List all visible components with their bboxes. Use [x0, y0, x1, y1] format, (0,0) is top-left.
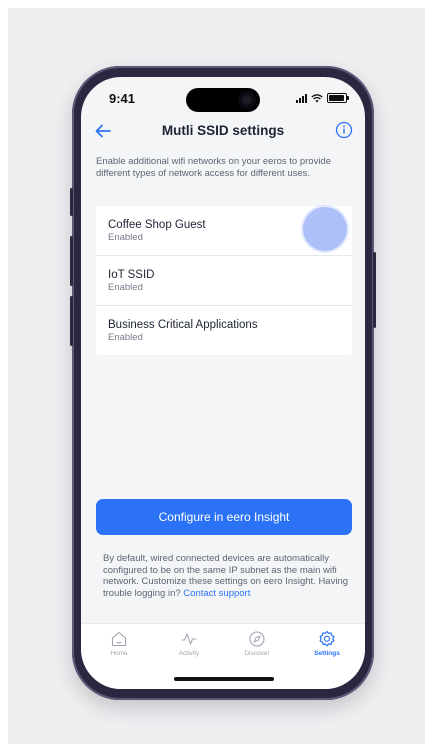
network-status: Enabled	[108, 331, 143, 343]
phone-side-button	[70, 296, 73, 346]
home-icon	[111, 631, 127, 647]
battery-icon	[327, 93, 349, 103]
footnote: By default, wired connected devices are …	[103, 553, 348, 599]
network-name: IoT SSID	[108, 268, 155, 281]
status-icons	[296, 93, 349, 103]
gear-icon	[319, 630, 335, 647]
network-row-iot-ssid[interactable]: IoT SSID Enabled	[96, 256, 352, 306]
phone-side-button	[70, 188, 73, 216]
network-name: Business Critical Applications	[108, 318, 258, 331]
home-indicator	[174, 677, 274, 681]
status-time: 9:41	[109, 91, 136, 106]
configure-in-eero-insight-button[interactable]: Configure in eero Insight	[96, 499, 352, 535]
page-title: Mutli SSID settings	[161, 123, 285, 138]
tab-label: Discover	[244, 650, 270, 657]
tab-discover[interactable]: Discover	[229, 630, 285, 657]
info-icon[interactable]	[335, 121, 353, 139]
contact-support-link[interactable]: Contact support	[183, 588, 250, 599]
camera-icon	[238, 91, 256, 109]
touch-indicator	[303, 207, 347, 251]
signal-icon	[296, 93, 307, 103]
tab-activity[interactable]: Activity	[161, 630, 217, 657]
phone-screen: 9:41 Mutli SSID settings Enable addition…	[81, 77, 365, 689]
wifi-icon	[311, 93, 323, 102]
network-status: Enabled	[108, 281, 143, 293]
intro-text: Enable additional wifi networks on your …	[96, 156, 331, 179]
tab-label: Settings	[314, 650, 340, 657]
compass-icon	[249, 631, 265, 647]
network-row-business-critical[interactable]: Business Critical Applications Enabled	[96, 306, 352, 355]
nav-bar: Mutli SSID settings	[81, 119, 365, 147]
activity-icon	[181, 633, 197, 645]
tab-label: Activity	[178, 650, 200, 657]
tab-label: Home	[110, 650, 128, 657]
phone-power-button	[373, 252, 376, 328]
tab-settings[interactable]: Settings	[299, 630, 355, 657]
phone-side-button	[70, 236, 73, 286]
dynamic-island	[186, 88, 260, 112]
tab-home[interactable]: Home	[91, 630, 147, 657]
